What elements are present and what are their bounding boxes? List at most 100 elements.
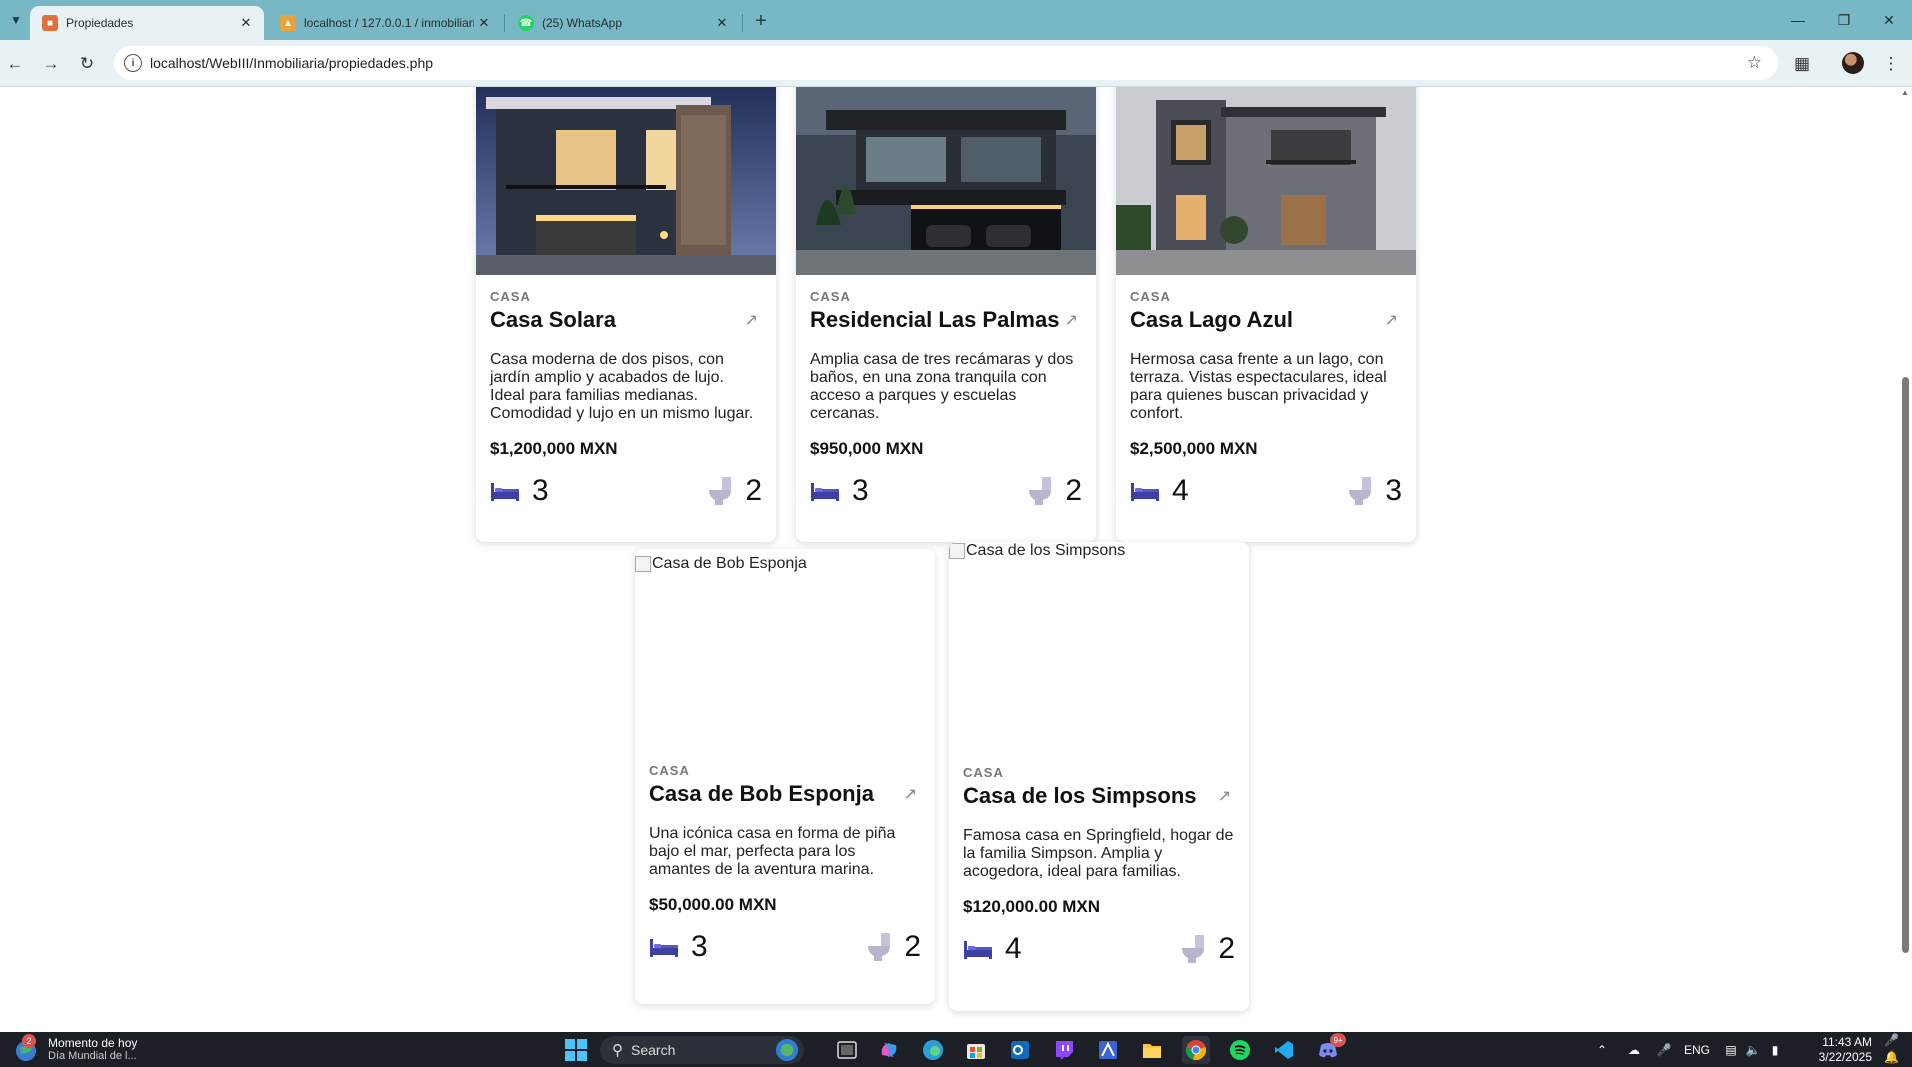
property-name: Residencial Las Palmas — [810, 307, 1060, 332]
vscode-icon[interactable] — [1270, 1036, 1298, 1064]
microsoft-store-icon[interactable] — [962, 1036, 990, 1064]
address-bar[interactable]: i localhost/WebIII/Inmobiliaria/propieda… — [114, 46, 1778, 80]
forward-arrow-icon[interactable]: → — [37, 50, 65, 78]
widgets-button[interactable]: 2 Momento de hoy Día Mundial de l... — [12, 1034, 138, 1064]
new-tab-button[interactable]: + — [748, 8, 774, 34]
bed-icon — [491, 483, 519, 501]
tab-separator — [742, 14, 743, 32]
arrow-up-right-icon[interactable]: ↗ — [1385, 310, 1398, 330]
voice-access-mic-icon[interactable]: 🎤 — [1884, 1033, 1899, 1047]
property-card[interactable]: Casa de los Simpsons CASA Casa de los Si… — [949, 542, 1249, 1011]
property-card[interactable]: CASA Residencial Las Palmas ↗ Amplia cas… — [796, 87, 1096, 542]
amenities-row: 3 2 — [810, 473, 1082, 509]
property-photo-broken: Casa de los Simpsons — [949, 542, 1249, 751]
tab-search-chevron-icon[interactable]: ▼ — [4, 8, 28, 32]
search-highlight-icon — [776, 1039, 798, 1061]
profile-avatar[interactable] — [1842, 52, 1864, 74]
arrow-up-right-icon[interactable]: ↗ — [904, 784, 917, 804]
taskbar-search-box[interactable]: ⚲ Search — [600, 1036, 804, 1064]
card-body: CASA Casa Lago Azul ↗ Hermosa casa frent… — [1116, 275, 1416, 521]
close-tab-icon[interactable]: ✕ — [236, 13, 256, 33]
arrow-up-right-icon[interactable]: ↗ — [1065, 310, 1078, 330]
notification-bell-icon[interactable]: 🔔 — [1884, 1050, 1899, 1064]
image-alt-text: Casa de Bob Esponja — [652, 555, 807, 572]
chevron-up-icon[interactable]: ⌃ — [1592, 1043, 1612, 1057]
site-info-icon[interactable]: i — [124, 54, 142, 72]
spotify-icon[interactable] — [1226, 1036, 1254, 1064]
azure-data-studio-icon[interactable] — [1094, 1036, 1122, 1064]
property-name: Casa de Bob Esponja — [649, 781, 874, 806]
clock-date: 3/22/2025 — [1818, 1050, 1872, 1064]
phpmyadmin-favicon-icon: ▲ — [280, 15, 296, 31]
clock-time: 11:43 AM — [1822, 1035, 1872, 1049]
page-scrollbar[interactable]: ▲ — [1898, 87, 1912, 1032]
image-alt-text: Casa de los Simpsons — [966, 542, 1126, 559]
toilet-icon — [1182, 935, 1205, 963]
page-favicon-icon: ■ — [42, 15, 58, 31]
minimize-icon[interactable]: — — [1775, 0, 1821, 40]
input-language-indicator[interactable]: ENG — [1684, 1043, 1710, 1057]
tab-phpmyadmin[interactable]: ▲ localhost / 127.0.0.1 / inmobiliaria ✕ — [268, 6, 502, 40]
tab-propiedades[interactable]: ■ Propiedades ✕ — [30, 6, 264, 40]
widgets-title: Momento de hoy — [48, 1036, 138, 1050]
arrow-up-right-icon[interactable]: ↗ — [745, 310, 758, 330]
bed-icon — [650, 939, 678, 957]
close-tab-icon[interactable]: ✕ — [712, 13, 732, 33]
page-viewport: CASA Casa Solara ↗ Casa moderna de dos p… — [0, 87, 1912, 1032]
toilet-icon — [868, 933, 891, 961]
property-price: $1,200,000 MXN — [490, 439, 618, 458]
windows-start-icon[interactable] — [562, 1036, 590, 1064]
property-name: Casa de los Simpsons — [963, 783, 1197, 808]
property-description: Hermosa casa frente a un lago, con terra… — [1130, 351, 1387, 422]
property-card[interactable]: Casa de Bob Esponja CASA Casa de Bob Esp… — [635, 549, 935, 1004]
toilet-icon — [1349, 477, 1372, 505]
property-card[interactable]: CASA Casa Solara ↗ Casa moderna de dos p… — [476, 87, 776, 542]
edge-icon[interactable] — [919, 1036, 947, 1064]
chrome-icon[interactable] — [1182, 1036, 1210, 1064]
property-category: CASA — [1130, 289, 1171, 304]
microphone-icon[interactable]: 🎤 — [1654, 1043, 1674, 1057]
url-text[interactable]: localhost/WebIII/Inmobiliaria/propiedade… — [150, 55, 433, 71]
property-card[interactable]: CASA Casa Lago Azul ↗ Hermosa casa frent… — [1116, 87, 1416, 542]
restore-icon[interactable]: ❐ — [1821, 0, 1867, 40]
bedrooms-count: 3 — [852, 474, 869, 507]
arrow-up-right-icon[interactable]: ↗ — [1218, 786, 1231, 806]
tab-separator — [504, 14, 505, 32]
property-name: Casa Solara — [490, 307, 616, 332]
property-category: CASA — [490, 289, 531, 304]
tab-whatsapp[interactable]: ☎ (25) WhatsApp ✕ — [506, 6, 740, 40]
back-arrow-icon[interactable]: ← — [1, 50, 29, 78]
close-tab-icon[interactable]: ✕ — [474, 13, 494, 33]
property-photo — [1116, 87, 1416, 275]
scroll-up-arrow-icon[interactable]: ▲ — [1901, 89, 1909, 97]
browser-toolbar: ← → ↻ i localhost/WebIII/Inmobiliaria/pr… — [0, 40, 1912, 87]
battery-icon[interactable]: ▮ — [1766, 1043, 1784, 1057]
bed-icon — [1131, 483, 1159, 501]
browser-menu-icon[interactable]: ⋮ — [1877, 50, 1905, 78]
property-photo — [476, 87, 776, 275]
extensions-icon[interactable]: ▦ — [1788, 50, 1816, 78]
network-icon[interactable]: ▤ — [1722, 1043, 1740, 1057]
bookmark-star-icon[interactable]: ☆ — [1747, 53, 1762, 73]
taskbar-search-label: Search — [631, 1042, 676, 1058]
scroll-thumb[interactable] — [1902, 377, 1909, 953]
bedrooms-count: 4 — [1172, 474, 1189, 507]
card-body: CASA Casa Solara ↗ Casa moderna de dos p… — [476, 275, 776, 521]
window-close-icon[interactable]: ✕ — [1866, 0, 1912, 40]
outlook-icon[interactable] — [1006, 1036, 1034, 1064]
volume-icon[interactable]: 🔈 — [1744, 1043, 1762, 1057]
tab-title: Propiedades — [66, 16, 134, 30]
taskbar-clock[interactable]: 11:43 AM 3/22/2025 — [1800, 1035, 1872, 1065]
toilet-icon — [709, 477, 732, 505]
copilot-icon[interactable] — [875, 1036, 903, 1064]
discord-badge: 9+ — [1330, 1033, 1346, 1047]
bed-icon — [811, 483, 839, 501]
task-view-icon[interactable] — [833, 1036, 861, 1064]
search-icon: ⚲ — [612, 1042, 623, 1059]
bedrooms-count: 3 — [532, 474, 549, 507]
file-explorer-icon[interactable] — [1138, 1036, 1166, 1064]
twitch-icon[interactable] — [1050, 1036, 1078, 1064]
discord-icon[interactable]: 9+ — [1314, 1033, 1346, 1064]
reload-icon[interactable]: ↻ — [73, 50, 101, 78]
onedrive-icon[interactable]: ☁ — [1624, 1043, 1644, 1057]
